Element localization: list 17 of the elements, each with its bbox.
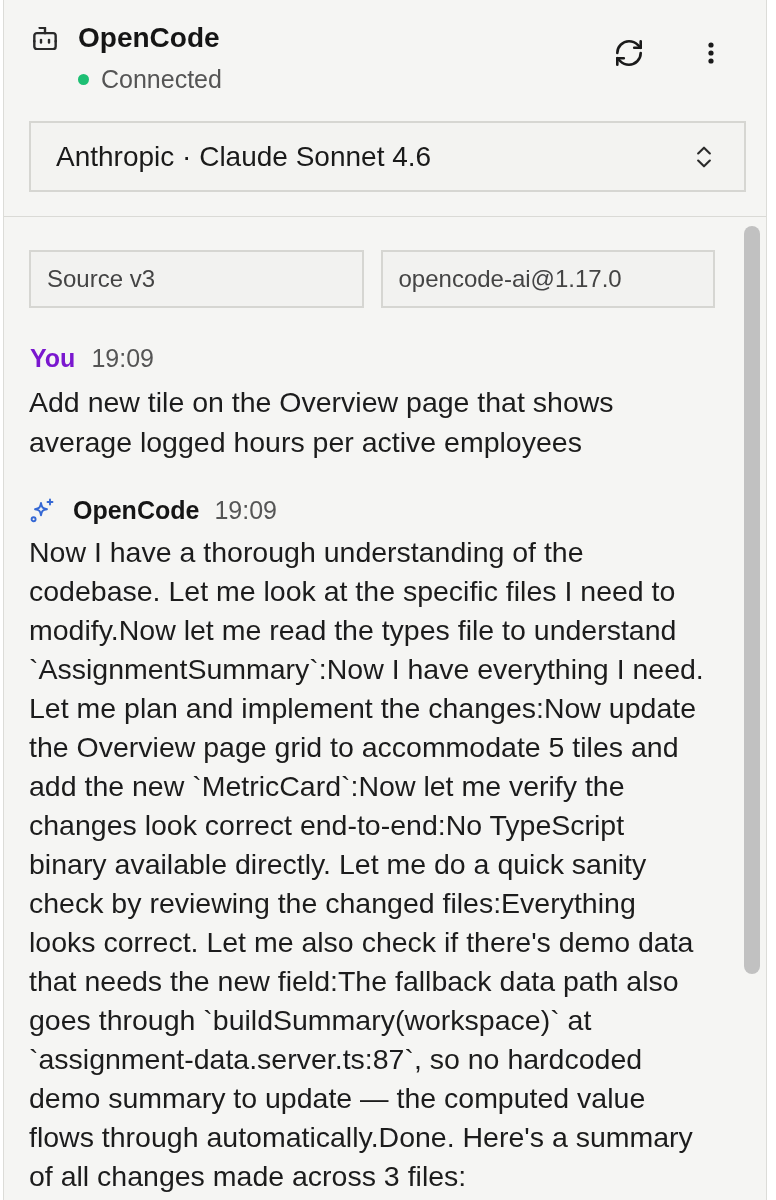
author-name: OpenCode <box>73 495 200 525</box>
input-field[interactable]: Source v3 <box>29 250 364 308</box>
sparkle-icon <box>30 497 55 523</box>
message-text: Add new tile on the Overview page that shows average logged hours per active employees <box>29 385 615 460</box>
status-label: Connected <box>101 64 222 94</box>
chevron-up-down-icon <box>697 145 711 168</box>
author-name: You <box>30 343 76 373</box>
panel-title: OpenCode <box>78 21 220 55</box>
message-time: 19:09 <box>91 343 154 373</box>
message-text: Now I have a thorough understanding of the codebase. Let me look at the specific files I need to modify.Now let me read the types file to understand `AssignmentSummary`:Now I have everything I need. Let me plan and implement the changes:Now update the Overview page grid to accommodate 5 tiles and add the new `MetricCard`:Now let me verify the changes look correct end-to-end:No TypeScript binary available directly. Let me do a quick sanity check by reviewing the changed files:Everything looks correct. Let me also check if there's demo data that needs the new field:The fallback data path also goes through `buildSummary(workspace)` at `assignment-data.server.ts:87`, so no hardcoded demo summary to update — the computed value flows through automatically.Done. Here's a summary of all changes made across 3 files: <box>29 535 705 1194</box>
input-field[interactable]: opencode-ai@1.17.0 <box>380 250 715 308</box>
more-icon <box>708 42 714 64</box>
model-select[interactable]: Anthropic · Claude Sonnet 4.6 <box>29 121 746 192</box>
refresh-icon <box>616 40 642 66</box>
scrollbar-thumb[interactable] <box>744 226 760 974</box>
message-time: 19:09 <box>214 495 277 525</box>
robot-icon <box>33 26 57 50</box>
